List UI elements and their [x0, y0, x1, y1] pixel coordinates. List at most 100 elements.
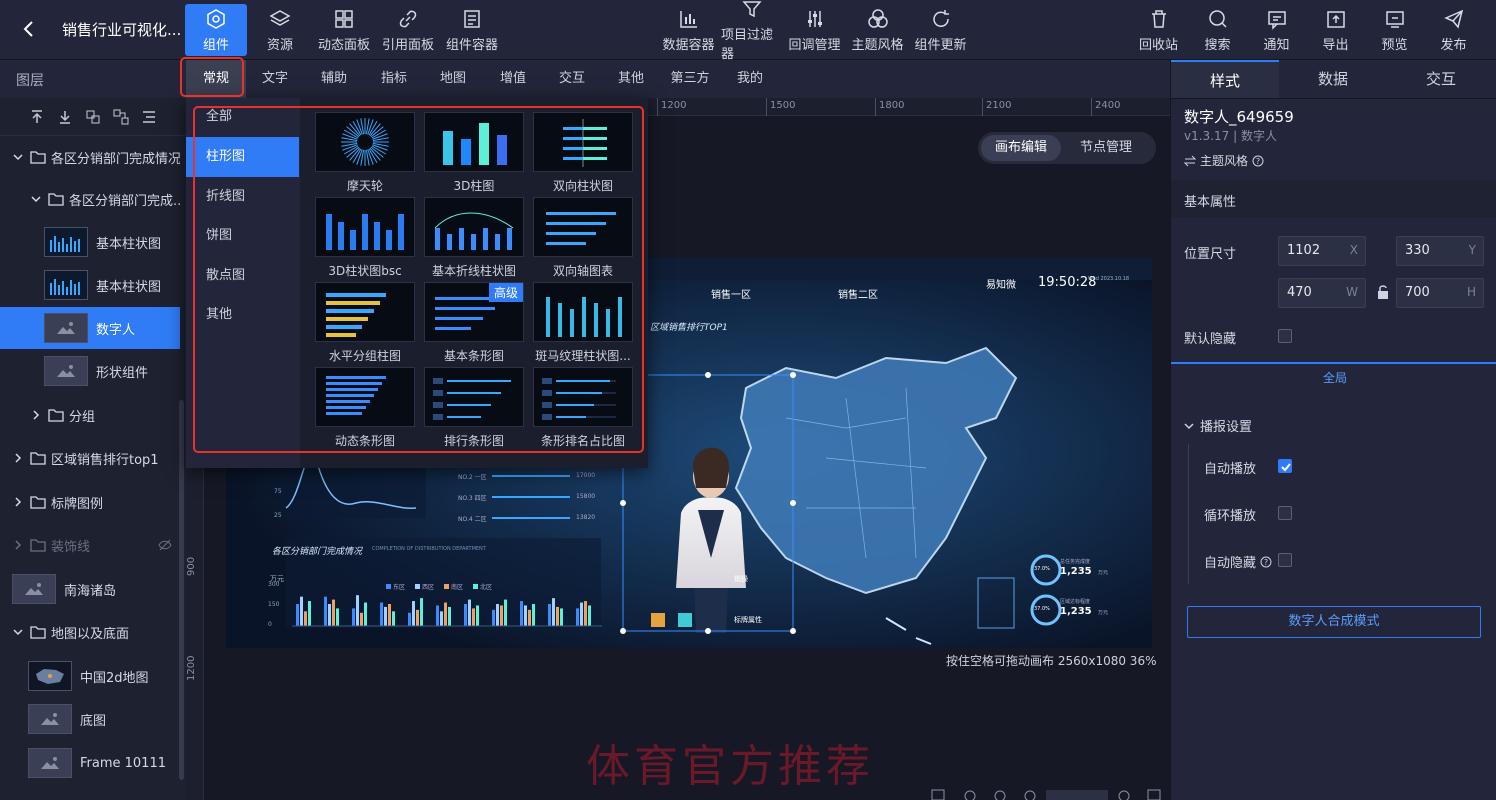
layer-item[interactable]: 装饰线	[0, 524, 180, 566]
toolbar-preview-button[interactable]: 预览	[1366, 4, 1423, 56]
toolbar-label: 回调管理	[788, 37, 841, 53]
lock-icon[interactable]	[1376, 284, 1390, 300]
canvas-edit-toggle[interactable]: 画布编辑	[981, 135, 1062, 161]
ungroup-icon[interactable]	[112, 108, 130, 126]
help-icon[interactable]: ?	[1260, 556, 1272, 568]
component-tile[interactable]: 双向轴图表	[533, 197, 633, 278]
toolbar-theme-button[interactable]: 主题风格	[847, 4, 908, 56]
category-tab[interactable]: 指标	[364, 60, 424, 98]
layer-item[interactable]: 底图	[0, 698, 180, 740]
category-tab[interactable]: 地图	[423, 60, 483, 98]
component-tile[interactable]: 斑马纹理柱状图...	[533, 282, 633, 363]
chevron-right-icon[interactable]	[12, 496, 24, 508]
toolbar-notification-button[interactable]: 通知	[1248, 4, 1305, 56]
chevron-down-icon[interactable]	[12, 151, 24, 163]
layer-item[interactable]: 分组	[0, 394, 180, 436]
component-tile[interactable]: 双向柱状图	[533, 112, 633, 193]
toolbar-sliders-button[interactable]: 回调管理	[784, 4, 845, 56]
chevron-down-icon[interactable]	[12, 626, 24, 638]
dash-bar	[440, 611, 443, 626]
play-section-header[interactable]: 播报设置	[1184, 416, 1252, 435]
toolbar-refresh-button[interactable]: 组件更新	[910, 4, 971, 56]
layer-item[interactable]: 地图以及底面	[0, 611, 180, 653]
compose-mode-button[interactable]: 数字人合成模式	[1187, 606, 1481, 638]
move-bottom-icon[interactable]	[56, 108, 74, 126]
chevron-right-icon[interactable]	[12, 539, 24, 551]
autoplay-checkbox[interactable]	[1278, 459, 1292, 473]
sub-category-item[interactable]: 散点图	[186, 256, 299, 296]
toolbar-container-button[interactable]: 组件容器	[441, 4, 503, 56]
component-tile[interactable]: 基本折线柱状图	[424, 197, 524, 278]
move-top-icon[interactable]	[28, 108, 46, 126]
component-tile[interactable]: 3D柱图	[424, 112, 524, 193]
group-icon[interactable]	[84, 108, 102, 126]
category-tab[interactable]: 增值	[483, 60, 543, 98]
sub-category-item[interactable]: 其他	[186, 295, 299, 335]
help-icon[interactable]: ?	[1252, 155, 1264, 167]
sub-category-item[interactable]: 饼图	[186, 216, 299, 256]
eye-hidden-icon[interactable]	[158, 539, 172, 551]
chevron-right-icon[interactable]	[30, 409, 42, 421]
x-field[interactable]: 1102 X	[1278, 236, 1366, 266]
component-tile[interactable]: 水平分组柱图	[315, 282, 415, 363]
toolbar-link-button[interactable]: 引用面板	[377, 4, 439, 56]
layers-scrollbar[interactable]	[179, 400, 184, 780]
toolbar-search-button[interactable]: 搜索	[1189, 4, 1246, 56]
tab-interaction[interactable]: 交互	[1387, 60, 1495, 98]
component-tile[interactable]: 条形排名占比图	[533, 367, 633, 448]
toolbar-component-button[interactable]: 组件	[185, 4, 247, 56]
layer-item[interactable]: 各区分销部门完成情况	[0, 136, 180, 178]
width-field[interactable]: 470 W	[1278, 278, 1366, 308]
layer-item[interactable]: 基本柱状图	[0, 264, 180, 306]
component-tile[interactable]: 3D柱状图bsc	[315, 197, 415, 278]
toolbar-grid-button[interactable]: 动态面板	[313, 4, 375, 56]
layer-item[interactable]: Frame 10111	[0, 742, 180, 784]
loop-checkbox[interactable]	[1278, 506, 1292, 520]
category-tab[interactable]: 常规	[186, 60, 246, 98]
back-icon[interactable]	[18, 18, 40, 40]
category-tab[interactable]: 交互	[542, 60, 602, 98]
tab-style[interactable]: 样式	[1171, 60, 1279, 98]
category-tab[interactable]: 文字	[245, 60, 305, 98]
component-tile[interactable]: 排行条形图	[424, 367, 524, 448]
layer-item[interactable]: 形状组件	[0, 350, 180, 392]
tab-global[interactable]: 全局	[1323, 369, 1347, 386]
trash-icon	[1148, 8, 1170, 30]
sub-category-item[interactable]: 折线图	[186, 177, 299, 217]
category-tab[interactable]: 辅助	[304, 60, 364, 98]
toolbar-layers-button[interactable]: 资源	[249, 4, 311, 56]
chevron-down-icon[interactable]	[30, 193, 42, 205]
category-tab[interactable]: 我的	[720, 60, 780, 98]
layer-item[interactable]: 中国2d地图	[0, 655, 180, 697]
ruler-tick	[875, 98, 876, 116]
layer-label: 底图	[80, 713, 107, 729]
category-tab[interactable]: 其他	[601, 60, 661, 98]
list-icon[interactable]	[140, 108, 158, 126]
toolbar-trash-button[interactable]: 回收站	[1130, 4, 1187, 56]
node-manage-toggle[interactable]: 节点管理	[1066, 135, 1146, 161]
autohide-checkbox[interactable]	[1278, 553, 1292, 567]
default-hidden-checkbox[interactable]	[1278, 329, 1292, 343]
layer-item[interactable]: 数字人	[0, 307, 180, 349]
layer-item[interactable]: 标牌图例	[0, 481, 180, 523]
toolbar-export-button[interactable]: 导出	[1307, 4, 1364, 56]
sub-category-item[interactable]: 柱形图	[186, 137, 299, 177]
toolbar-filter-button[interactable]: 项目过滤器	[721, 1, 782, 62]
tab-data[interactable]: 数据	[1279, 60, 1387, 98]
component-label: 3D柱状图bsc	[328, 264, 402, 278]
component-tile[interactable]: 摩天轮	[315, 112, 415, 193]
layer-item[interactable]: 南海诸岛	[0, 568, 180, 610]
layer-item[interactable]: 各区分销部门完成...	[0, 178, 180, 220]
component-tile[interactable]: 动态条形图	[315, 367, 415, 448]
theme-link[interactable]: 主题风格 ?	[1184, 152, 1264, 169]
component-tile[interactable]: 高级 基本条形图	[424, 282, 524, 363]
layer-item[interactable]: 区域销售排行top1	[0, 437, 180, 479]
toolbar-publish-button[interactable]: 发布	[1425, 4, 1482, 56]
y-field[interactable]: 330 Y	[1396, 236, 1484, 266]
sub-category-item[interactable]: 全部	[186, 97, 299, 137]
chevron-right-icon[interactable]	[12, 452, 24, 464]
layer-item[interactable]: 基本柱状图	[0, 221, 180, 263]
category-tab[interactable]: 第三方	[660, 60, 720, 98]
toolbar-bar-chart-button[interactable]: 数据容器	[658, 4, 719, 56]
height-field[interactable]: 700 H	[1396, 278, 1484, 308]
